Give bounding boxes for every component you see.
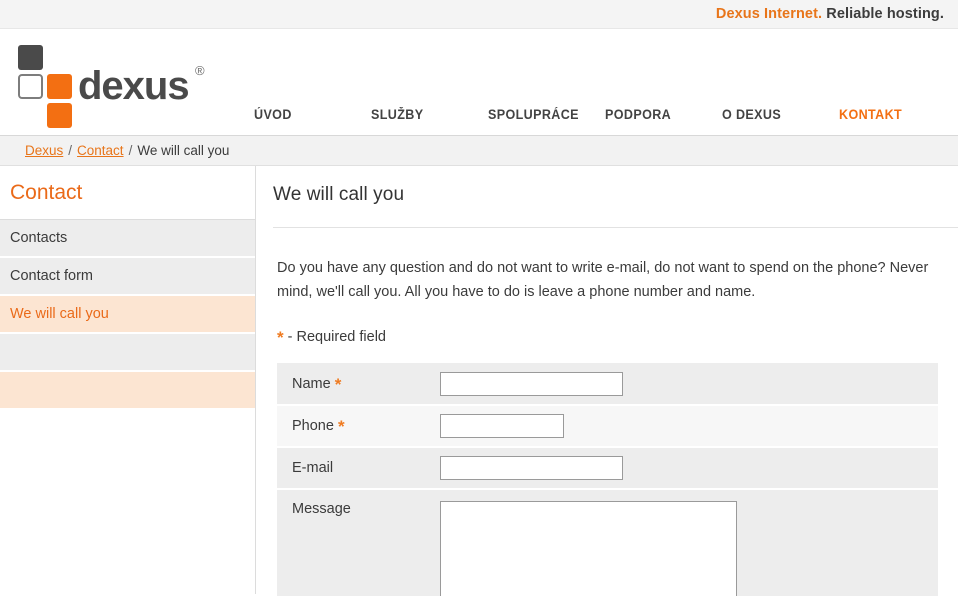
main-navigation: ÚVOD SLUŽBY SPOLUPRÁCE PODPORA O DEXUS K… bbox=[254, 107, 956, 122]
email-input[interactable] bbox=[440, 456, 623, 480]
message-textarea[interactable] bbox=[440, 501, 737, 596]
nav-item-kontakt[interactable]: KONTAKT bbox=[839, 107, 949, 122]
slogan-brand: Dexus Internet. bbox=[715, 6, 823, 22]
nav-item-podpora[interactable]: PODPORA bbox=[605, 107, 715, 122]
sidebar-item-label: Contact form bbox=[10, 268, 93, 284]
sidebar-item-label: Contacts bbox=[10, 230, 68, 246]
nav-item-spoluprace[interactable]: SPOLUPRÁCE bbox=[488, 107, 598, 122]
breadcrumb-link-contact[interactable]: Contact bbox=[77, 143, 124, 158]
form-row-email: E-mail bbox=[277, 447, 938, 490]
nav-item-o-dexus[interactable]: O DEXUS bbox=[722, 107, 832, 122]
nav-label-sluzby: SLUŽBY bbox=[371, 107, 424, 122]
form-field-cell-name bbox=[426, 363, 938, 406]
site-header: dexus ® ÚVOD SLUŽBY SPOLUPRÁCE PODPORA O… bbox=[0, 29, 958, 136]
sidebar-item-blank-1[interactable] bbox=[0, 334, 255, 372]
page-body: Contact Contacts Contact form We will ca… bbox=[0, 166, 958, 596]
registered-trademark-icon: ® bbox=[195, 63, 205, 78]
top-slogan-bar: Dexus Internet. Reliable hosting. bbox=[0, 0, 958, 29]
logo-wordmark: dexus bbox=[78, 64, 190, 108]
nav-label-o-dexus: O DEXUS bbox=[722, 107, 782, 122]
sidebar-header: Contact bbox=[0, 166, 255, 220]
form-label-cell-message: Message bbox=[277, 489, 426, 596]
nav-label-spoluprace: SPOLUPRÁCE bbox=[488, 107, 579, 122]
form-row-name: Name * bbox=[277, 363, 938, 406]
slogan: Dexus Internet. Reliable hosting. bbox=[716, 6, 944, 22]
form-field-cell-message bbox=[426, 489, 938, 596]
breadcrumb-separator-2: / bbox=[128, 143, 133, 158]
nav-item-sluzby[interactable]: SLUŽBY bbox=[371, 107, 481, 122]
required-asterisk-icon-phone: * bbox=[337, 417, 345, 436]
form-label-cell-email: E-mail bbox=[277, 447, 426, 490]
form-field-cell-email bbox=[426, 447, 938, 490]
logo-square-orange-mid-icon bbox=[47, 74, 72, 99]
required-field-note: * - Required field bbox=[277, 328, 958, 347]
page-title: We will call you bbox=[273, 184, 405, 205]
form-row-message: Message bbox=[277, 489, 938, 596]
form-field-cell-phone bbox=[426, 405, 938, 448]
required-asterisk-icon-name: * bbox=[334, 374, 342, 394]
slogan-tagline: Reliable hosting. bbox=[826, 6, 944, 22]
sidebar-item-we-will-call-you[interactable]: We will call you bbox=[0, 296, 255, 334]
main-content: We will call you Do you have any questio… bbox=[256, 166, 958, 596]
form-label-cell-name: Name * bbox=[277, 363, 426, 406]
nav-item-uvod[interactable]: ÚVOD bbox=[254, 107, 364, 122]
intro-paragraph: Do you have any question and do not want… bbox=[277, 260, 929, 300]
breadcrumb: Dexus / Contact / We will call you bbox=[0, 136, 958, 166]
logo-square-outline-icon bbox=[18, 74, 43, 99]
title-divider bbox=[273, 227, 958, 228]
form-label-email: E-mail bbox=[292, 460, 334, 476]
sidebar-item-blank-2[interactable] bbox=[0, 372, 255, 410]
sidebar-item-contact-form[interactable]: Contact form bbox=[0, 258, 255, 296]
breadcrumb-current: We will call you bbox=[137, 143, 230, 158]
sidebar-title: Contact bbox=[10, 180, 83, 204]
required-note-text: - Required field bbox=[287, 329, 386, 345]
form-label-phone: Phone bbox=[292, 418, 334, 434]
name-input[interactable] bbox=[440, 371, 623, 396]
form-label-message: Message bbox=[292, 501, 351, 517]
logo-square-dark-icon bbox=[18, 45, 43, 70]
callback-form: Name * Phone * E-mail Message bbox=[277, 363, 938, 596]
nav-label-uvod: ÚVOD bbox=[254, 107, 292, 122]
form-label-cell-phone: Phone * bbox=[277, 405, 426, 448]
breadcrumb-separator-1: / bbox=[68, 143, 73, 158]
sidebar: Contact Contacts Contact form We will ca… bbox=[0, 166, 256, 594]
phone-input[interactable] bbox=[440, 414, 564, 438]
nav-label-kontakt: KONTAKT bbox=[839, 107, 903, 122]
sidebar-item-contacts[interactable]: Contacts bbox=[0, 220, 255, 258]
site-logo[interactable]: dexus ® bbox=[16, 41, 216, 128]
form-label-name: Name bbox=[292, 375, 331, 392]
logo-square-orange-bottom-icon bbox=[47, 103, 72, 128]
form-row-phone: Phone * bbox=[277, 405, 938, 448]
required-asterisk-icon: * bbox=[277, 328, 284, 347]
breadcrumb-link-dexus[interactable]: Dexus bbox=[25, 143, 63, 158]
nav-label-podpora: PODPORA bbox=[605, 107, 672, 122]
sidebar-item-label: We will call you bbox=[10, 306, 109, 322]
